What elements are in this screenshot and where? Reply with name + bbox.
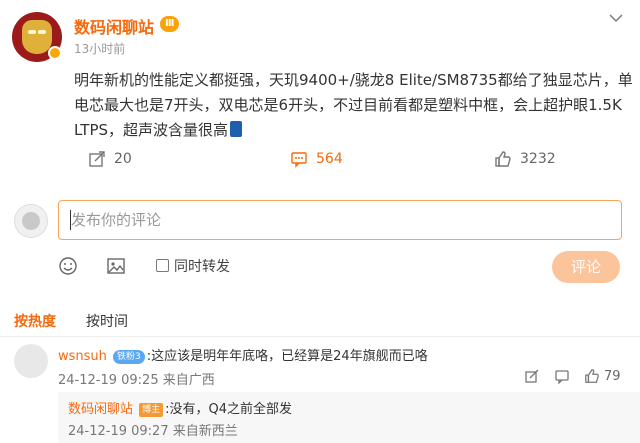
chevron-down-icon[interactable]	[608, 12, 624, 24]
comment-line: wsnsuh 铁粉3:这应该是明年年底咯，已经算是24年旗舰而已咯	[58, 345, 428, 364]
repost-checkbox[interactable]	[156, 259, 169, 272]
repost-count: 20	[114, 151, 132, 167]
avatar-eye-right	[38, 30, 46, 34]
smiley-icon[interactable]	[58, 256, 78, 276]
repost-label: 同时转发	[174, 259, 230, 275]
reply-text: :没有，Q4之前全部发	[165, 402, 293, 417]
reply-author[interactable]: 数码闲聊站	[68, 402, 133, 417]
comment-like-button[interactable]: 79	[584, 368, 621, 384]
comment-input[interactable]: 发布你的评论	[58, 200, 622, 240]
tab-by-time[interactable]: 按时间	[86, 311, 128, 331]
submit-comment-button[interactable]: 评论	[552, 251, 620, 283]
comment-text: :这应该是明年年底咯，已经算是24年旗舰而已咯	[146, 349, 428, 364]
repost-icon[interactable]	[524, 368, 540, 384]
repost-button[interactable]: 20	[88, 150, 132, 168]
comment-actions: 79	[524, 368, 621, 384]
image-icon[interactable]	[106, 256, 126, 276]
commenter-avatar[interactable]	[14, 344, 48, 378]
like-button[interactable]: 3232	[494, 150, 556, 168]
post-time: 13小时前	[74, 42, 126, 56]
like-count: 3232	[520, 151, 556, 167]
repost-icon	[89, 151, 105, 167]
reply-time: 24-12-19 09:27 来自新西兰	[68, 424, 238, 439]
tab-by-popularity[interactable]: 按热度	[14, 311, 56, 331]
avatar-face	[22, 20, 52, 54]
comment-icon[interactable]	[554, 368, 570, 384]
current-user-avatar	[14, 204, 48, 238]
comment-button[interactable]: 564	[290, 150, 343, 168]
comment-icon	[291, 152, 307, 168]
thumbs-up-icon	[585, 369, 599, 383]
reply-line: 数码闲聊站 博主:没有，Q4之前全部发	[68, 398, 292, 417]
comment-like-count: 79	[604, 368, 621, 384]
comment-placeholder: 发布你的评论	[71, 211, 162, 229]
author-name[interactable]: 数码闲聊站	[74, 14, 154, 38]
fan-level-badge: 铁粉3	[113, 350, 145, 364]
author-badge: 博主	[139, 403, 164, 417]
vip-badge: Ⅲ	[160, 16, 180, 32]
emoji-icon	[230, 121, 243, 137]
avatar-eye-left	[28, 30, 36, 34]
avatar-face	[22, 212, 40, 230]
divider	[0, 336, 640, 337]
thumbs-up-icon	[495, 151, 511, 167]
post-body: 明年新机的性能定义都挺强，天玑9400+/骁龙8 Elite/SM8735都给了…	[74, 71, 633, 139]
text-caret	[70, 210, 71, 230]
post-text: 明年新机的性能定义都挺强，天玑9400+/骁龙8 Elite/SM8735都给了…	[74, 68, 634, 143]
verified-icon	[48, 46, 62, 60]
comment-time: 24-12-19 09:25 来自广西	[58, 373, 215, 388]
comment-count: 564	[316, 151, 343, 167]
commenter-name[interactable]: wsnsuh	[58, 349, 107, 364]
